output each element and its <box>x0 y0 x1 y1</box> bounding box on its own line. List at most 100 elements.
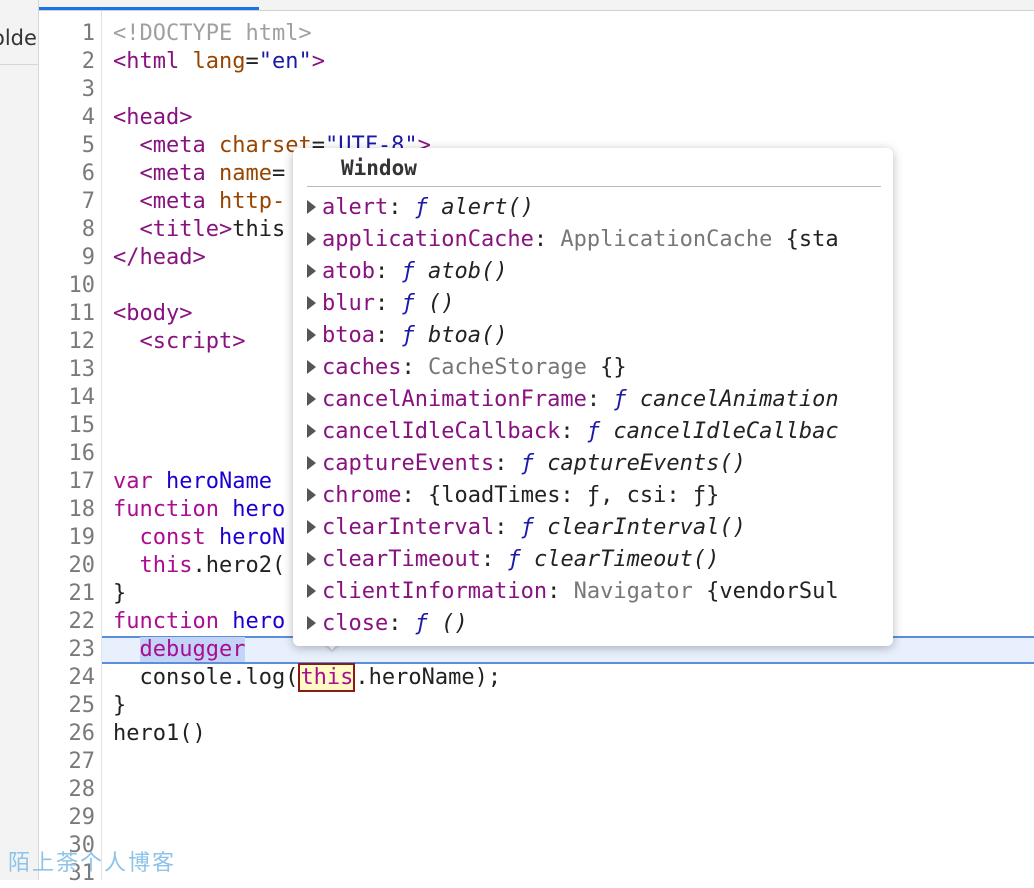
function-signature: () <box>441 611 468 636</box>
code-text: var heroName <box>113 468 272 496</box>
property-row[interactable]: applicationCache: ApplicationCache {sta <box>307 224 887 256</box>
class-name: CacheStorage <box>427 355 587 380</box>
code-line[interactable]: 3 <box>0 76 1034 104</box>
line-number[interactable]: 29 <box>39 804 96 832</box>
code-token: http- <box>218 189 286 214</box>
line-number[interactable]: 17 <box>39 468 96 496</box>
code-token: > <box>311 49 325 74</box>
property-row[interactable]: atob: ƒ atob() <box>307 256 887 288</box>
expand-triangle-icon[interactable] <box>307 359 316 374</box>
line-number[interactable]: 9 <box>39 244 95 272</box>
code-token: } <box>113 581 127 606</box>
property-row[interactable]: close: ƒ () <box>307 608 887 640</box>
property-row[interactable]: btoa: ƒ btoa() <box>307 320 887 352</box>
property-row[interactable]: cancelAnimationFrame: ƒ cancelAnimation <box>307 384 887 416</box>
property-row[interactable]: clientInformation: Navigator {vendorSul <box>307 576 887 608</box>
expand-triangle-icon[interactable] <box>307 615 316 630</box>
expand-triangle-icon[interactable] <box>307 583 316 598</box>
expand-triangle-icon[interactable] <box>307 423 316 438</box>
property-colon: : <box>494 451 521 476</box>
line-number[interactable]: 10 <box>39 272 96 300</box>
code-token: lang <box>192 49 246 74</box>
expand-triangle-icon[interactable] <box>307 519 316 534</box>
code-token: = <box>245 49 259 74</box>
property-row[interactable]: captureEvents: ƒ captureEvents() <box>307 448 887 480</box>
code-text: <head> <box>113 104 192 132</box>
code-token: name <box>218 161 272 186</box>
code-line[interactable]: 1 <!DOCTYPE html> <box>0 20 1034 48</box>
property-row[interactable]: cancelIdleCallback: ƒ cancelIdleCallbac <box>307 416 887 448</box>
line-number[interactable]: 3 <box>39 76 95 104</box>
line-number[interactable]: 15 <box>39 412 96 440</box>
expand-triangle-icon[interactable] <box>307 487 316 502</box>
property-value: {vendorSul <box>692 579 839 604</box>
expand-triangle-icon[interactable] <box>307 391 316 406</box>
expand-triangle-icon[interactable] <box>307 551 316 566</box>
line-number[interactable]: 1 <box>39 20 95 48</box>
code-token: function <box>113 609 233 634</box>
function-signature: () <box>427 291 455 316</box>
code-line[interactable]: 27 <box>0 748 1034 776</box>
expand-triangle-icon[interactable] <box>307 263 316 278</box>
property-row[interactable]: chrome: {loadTimes: ƒ, csi: ƒ} <box>307 480 887 512</box>
line-number[interactable]: 20 <box>39 552 96 580</box>
property-name: atob <box>322 259 375 284</box>
code-text: } <box>113 692 126 720</box>
expand-triangle-icon[interactable] <box>307 231 316 246</box>
code-line[interactable]: 2 <html lang="en"> <box>0 48 1034 76</box>
code-token: <meta <box>139 161 219 186</box>
code-line[interactable]: 29 <box>0 804 1034 832</box>
line-number[interactable]: 27 <box>39 748 96 776</box>
expand-triangle-icon[interactable] <box>307 295 316 310</box>
property-row[interactable]: caches: CacheStorage {} <box>307 352 887 384</box>
class-name: Navigator <box>573 579 693 604</box>
code-token: <!DOCTYPE html> <box>113 21 312 46</box>
line-number[interactable]: 24 <box>39 664 96 692</box>
expand-triangle-icon[interactable] <box>307 455 316 470</box>
line-number[interactable]: 21 <box>39 580 96 608</box>
expand-triangle-icon[interactable] <box>307 327 316 342</box>
line-number[interactable]: 2 <box>39 48 95 76</box>
property-row[interactable]: clearTimeout: ƒ clearTimeout() <box>307 544 887 576</box>
line-number[interactable]: 11 <box>39 300 96 328</box>
line-number[interactable]: 14 <box>39 384 96 412</box>
property-name: clearTimeout <box>322 547 481 572</box>
code-line[interactable]: 28 <box>0 776 1034 804</box>
hovered-this-token[interactable]: this <box>298 663 356 692</box>
property-row[interactable]: alert: ƒ alert() <box>307 192 887 224</box>
line-number[interactable]: 16 <box>39 440 96 468</box>
code-token: var <box>113 469 166 494</box>
code-line[interactable]: 26 hero1() <box>0 720 1034 748</box>
line-number[interactable]: 6 <box>39 160 95 188</box>
line-number[interactable]: 18 <box>39 496 96 524</box>
watermark: 陌上荼个人博客 <box>8 851 177 876</box>
line-number[interactable]: 5 <box>39 132 95 160</box>
line-number[interactable]: 4 <box>39 104 95 132</box>
line-number[interactable]: 13 <box>39 356 96 384</box>
line-number[interactable]: 19 <box>39 524 96 552</box>
property-name: captureEvents <box>322 451 495 476</box>
line-number[interactable]: 22 <box>39 608 96 636</box>
line-number[interactable]: 28 <box>39 776 96 804</box>
expand-triangle-icon[interactable] <box>307 199 316 214</box>
code-line[interactable]: 25} <box>0 692 1034 720</box>
function-symbol: ƒ <box>401 259 428 284</box>
code-line[interactable]: 24 console.log(this.heroName); <box>0 663 1034 692</box>
property-row[interactable]: blur: ƒ () <box>307 288 887 320</box>
code-token: hero <box>232 609 286 634</box>
line-number[interactable]: 12 <box>39 328 96 356</box>
line-number[interactable]: 8 <box>39 216 95 244</box>
code-line[interactable]: 4 <head> <box>0 104 1034 132</box>
line-number[interactable]: 25 <box>39 692 96 720</box>
line-number[interactable]: 26 <box>39 720 96 748</box>
line-number[interactable]: 23 <box>39 636 96 664</box>
popover-title: Window <box>341 156 417 180</box>
property-row[interactable]: clearInterval: ƒ clearInterval() <box>307 512 887 544</box>
property-colon: : <box>480 547 508 572</box>
code-token: console.log( <box>113 665 299 690</box>
code-text: console.log(this.heroName); <box>113 663 501 692</box>
line-number[interactable]: 7 <box>39 188 95 216</box>
property-name: clearInterval <box>322 515 495 540</box>
code-text: <script> <box>113 328 246 356</box>
